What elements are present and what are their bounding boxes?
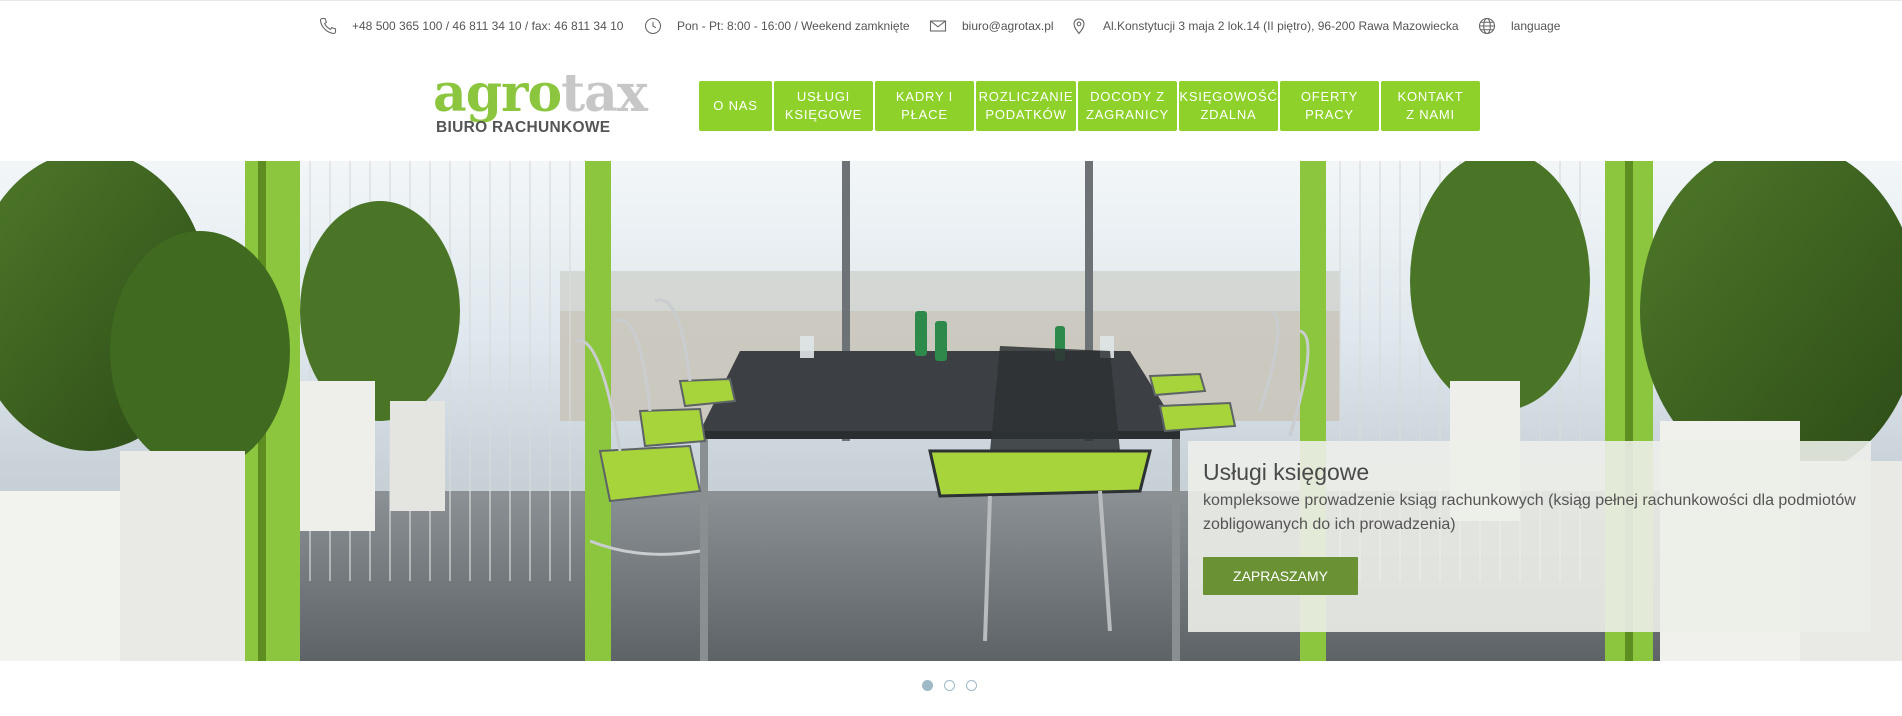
logo-subtitle: BIURO RACHUNKOWE: [436, 119, 611, 136]
main-navigation: O NAS USŁUGI KSIĘGOWE KADRY I PŁACE ROZL…: [699, 81, 1480, 131]
phone-text: +48 500 365 100 / 46 811 34 10 / fax: 46…: [352, 19, 624, 33]
hours-info: Pon - Pt: 8:00 - 16:00 / Weekend zamknię…: [643, 15, 910, 37]
nav-item-o-nas[interactable]: O NAS: [699, 81, 772, 131]
logo-word-agro: agro: [433, 63, 562, 124]
email-link[interactable]: biuro@agrotax.pl: [962, 19, 1054, 33]
map-pin-icon: [1073, 18, 1085, 35]
hero-slider: Usługi księgowe kompleksowe prowadzenie …: [0, 161, 1902, 661]
slide-caption: Usługi księgowe kompleksowe prowadzenie …: [1188, 441, 1871, 632]
phone-icon: [319, 17, 337, 35]
nav-item-ksiegowosc-zdalna[interactable]: KSIĘGOWOŚĆ ZDALNA: [1179, 81, 1278, 131]
nav-item-kadry-i-place[interactable]: KADRY I PŁACE: [875, 81, 974, 131]
nav-item-kontakt[interactable]: KONTAKT Z NAMI: [1381, 81, 1480, 131]
logo-wordmark: agrotax: [433, 63, 648, 124]
email-info[interactable]: biuro@agrotax.pl: [928, 15, 1054, 37]
nav-item-uslugi-ksiegowe[interactable]: USŁUGI KSIĘGOWE: [774, 81, 873, 131]
nav-item-oferty-pracy[interactable]: OFERTY PRACY: [1280, 81, 1379, 131]
logo-word-tax: tax: [561, 63, 648, 124]
slider-dot-2[interactable]: [944, 680, 955, 691]
nav-item-rozliczanie-podatkow[interactable]: ROZLICZANIE PODATKÓW: [976, 81, 1076, 131]
phone-info[interactable]: +48 500 365 100 / 46 811 34 10 / fax: 46…: [318, 15, 623, 37]
address-text: Al.Konstytucji 3 maja 2 lok.14 (II piętr…: [1103, 19, 1459, 33]
clock-icon: [644, 17, 662, 35]
slider-dot-1[interactable]: [922, 680, 933, 691]
envelope-icon: [929, 20, 947, 32]
globe-icon: [1478, 17, 1496, 35]
slider-dot-3[interactable]: [966, 680, 977, 691]
hours-text: Pon - Pt: 8:00 - 16:00 / Weekend zamknię…: [677, 19, 910, 33]
nav-item-dochody-z-zagranicy[interactable]: DOCODY Z ZAGRANICY: [1078, 81, 1177, 131]
address-info: Al.Konstytucji 3 maja 2 lok.14 (II piętr…: [1069, 15, 1459, 37]
slide-description: kompleksowe prowadzenie ksiąg rachunkowy…: [1203, 492, 1856, 533]
top-info-bar: +48 500 365 100 / 46 811 34 10 / fax: 46…: [0, 0, 1902, 50]
language-selector[interactable]: language: [1477, 15, 1560, 37]
language-label[interactable]: language: [1511, 19, 1560, 33]
slide-title: Usługi księgowe: [1203, 459, 1370, 485]
slider-pagination: [922, 680, 977, 691]
site-logo[interactable]: agrotax BIURO RACHUNKOWE: [433, 66, 648, 138]
zapraszamy-button[interactable]: ZAPRASZAMY: [1203, 557, 1358, 595]
